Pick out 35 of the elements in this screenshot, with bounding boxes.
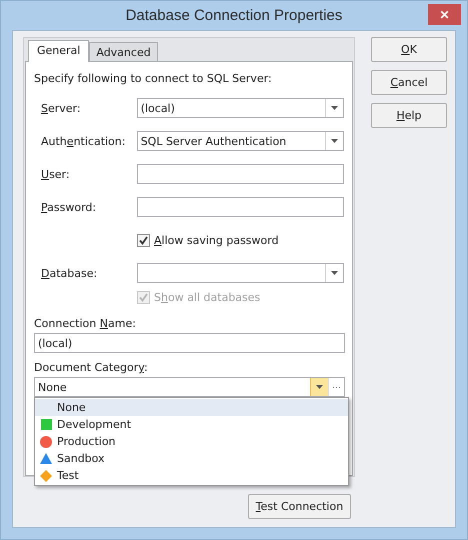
close-button[interactable]: ✕ — [428, 4, 461, 25]
tab[interactable]: General — [28, 40, 90, 62]
combo-box[interactable]: SQL Server Authentication — [136, 131, 344, 151]
field-label: Server: — [40, 102, 82, 114]
field-label: Authentication: — [40, 134, 126, 148]
caret-icon — [316, 385, 323, 389]
caret-icon — [331, 139, 338, 143]
field-label: Connection Name: — [34, 317, 137, 330]
dropdown-option[interactable]: None — [35, 399, 348, 416]
dropdown-option[interactable]: Development — [35, 416, 348, 433]
dropdown-option[interactable]: Test — [35, 467, 348, 484]
tab[interactable]: Advanced — [89, 42, 158, 62]
intro-text: Specify following to connect to SQL Server: — [34, 72, 273, 85]
combo-box[interactable] — [136, 263, 344, 283]
combo-box[interactable]: (local) — [136, 98, 344, 118]
caret-icon — [331, 271, 338, 275]
input-field[interactable] — [136, 164, 344, 184]
dialog-button[interactable]: OK — [371, 37, 447, 62]
test-connection-button[interactable]: Test Connection — [248, 494, 351, 519]
checkbox-label: Show all databases — [154, 290, 260, 304]
dialog-button[interactable]: Cancel — [371, 70, 447, 95]
field-label: User: — [40, 168, 71, 180]
field-label: Password: — [40, 200, 98, 214]
window-title: Database Connection Properties — [126, 7, 342, 24]
input-field[interactable] — [136, 197, 344, 217]
dialog-button[interactable]: Help — [371, 103, 447, 128]
field-label: Document Category: — [34, 361, 149, 374]
caret-icon — [331, 106, 338, 110]
combo-box[interactable]: None ··· — [34, 377, 345, 397]
input-field[interactable]: (local) — [34, 333, 345, 353]
checkbox-label: Allow saving password — [154, 234, 279, 246]
checkbox[interactable] — [137, 234, 150, 246]
field-label: Database: — [40, 266, 98, 280]
dropdown-option[interactable]: Production — [35, 433, 348, 450]
dropdown-option[interactable]: Sandbox — [35, 450, 348, 467]
